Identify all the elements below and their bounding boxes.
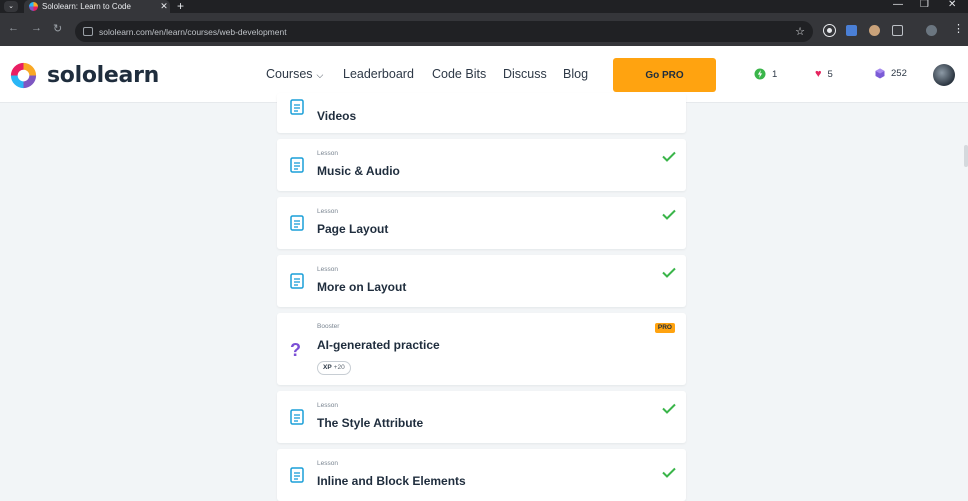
go-pro-button[interactable]: Go PRO: [613, 58, 716, 92]
lesson-title: Videos: [317, 109, 357, 123]
nav-discuss[interactable]: Discuss: [503, 67, 547, 81]
site-info-icon[interactable]: [83, 27, 93, 36]
pro-badge: PRO: [654, 323, 675, 333]
lesson-type: Lesson: [317, 150, 338, 157]
completed-check-icon: [662, 209, 676, 220]
close-window-button[interactable]: ✕: [948, 0, 956, 10]
lesson-title: The Style Attribute: [317, 416, 424, 430]
completed-check-icon: [662, 403, 676, 414]
lesson-type: Lesson: [317, 460, 338, 467]
heart-icon: ♥: [815, 68, 822, 80]
tab-search-button[interactable]: ⌄: [4, 1, 18, 12]
lesson-title: AI-generated practice: [317, 338, 440, 352]
xp-value: +20: [333, 364, 345, 371]
hearts-count: 5: [827, 68, 833, 80]
lesson-type: Lesson: [317, 402, 338, 409]
lesson-title: Inline and Block Elements: [317, 474, 466, 488]
browser-menu-icon[interactable]: ⋮: [953, 22, 964, 35]
forward-button[interactable]: →: [31, 22, 42, 34]
hearts-counter[interactable]: ♥ 5: [815, 68, 833, 80]
ai-practice-question-icon: ?: [290, 340, 301, 360]
tab-close-icon[interactable]: ✕: [158, 1, 170, 12]
tab-title: Sololearn: Learn to Code: [42, 2, 131, 11]
extensions-puzzle-icon[interactable]: [892, 25, 903, 36]
minimize-button[interactable]: —: [893, 0, 903, 10]
lesson-card[interactable]: Lesson More on Layout: [277, 255, 686, 307]
sololearn-favicon-icon: [29, 2, 38, 11]
lesson-document-icon: [290, 467, 304, 483]
lesson-type: Booster: [317, 323, 340, 330]
lesson-document-icon: [290, 409, 304, 425]
xp-label: XP: [323, 364, 332, 371]
completed-check-icon: [662, 151, 676, 162]
completed-check-icon: [662, 267, 676, 278]
extension-icon[interactable]: [824, 25, 835, 36]
browser-toolbar: ← → ↻ sololearn.com/en/learn/courses/web…: [0, 13, 968, 46]
gems-count: 252: [891, 68, 907, 79]
streak-count: 1: [772, 68, 778, 80]
lesson-document-icon: [290, 99, 304, 115]
gems-counter[interactable]: 252: [875, 68, 907, 79]
address-bar[interactable]: sololearn.com/en/learn/courses/web-devel…: [75, 21, 813, 42]
lesson-title: More on Layout: [317, 280, 407, 294]
browser-tab-strip: ⌄ Sololearn: Learn to Code ✕ + — ❐ ✕: [0, 0, 968, 13]
nav-courses[interactable]: Courses ⌵: [266, 67, 323, 81]
xp-reward-chip: XP +20: [317, 361, 351, 375]
streak-bolt-icon: [754, 68, 766, 80]
chevron-down-icon: ⌵: [316, 70, 324, 80]
browser-tab[interactable]: Sololearn: Learn to Code ✕: [24, 0, 170, 13]
lesson-document-icon: [290, 273, 304, 289]
nav-code-bits[interactable]: Code Bits: [432, 67, 486, 81]
nav-leaderboard[interactable]: Leaderboard: [343, 67, 414, 81]
sololearn-logo[interactable]: sololearn: [8, 60, 159, 91]
lesson-card[interactable]: Videos: [277, 93, 686, 133]
booster-card[interactable]: ? Booster AI-generated practice PRO XP +2…: [277, 313, 686, 385]
streak-counter[interactable]: 1: [754, 68, 777, 80]
restore-button[interactable]: ❐: [920, 0, 929, 10]
user-avatar[interactable]: [933, 64, 955, 86]
extension-icon[interactable]: [869, 25, 880, 36]
lesson-title: Page Layout: [317, 222, 389, 236]
lesson-type: Lesson: [317, 266, 338, 273]
lesson-document-icon: [290, 157, 304, 173]
reload-button[interactable]: ↻: [53, 22, 62, 35]
logo-text: sololearn: [47, 63, 159, 88]
lesson-card[interactable]: Lesson Page Layout: [277, 197, 686, 249]
gem-cube-icon: [875, 68, 885, 79]
completed-check-icon: [662, 467, 676, 478]
page-scrollbar[interactable]: [964, 145, 968, 167]
translate-extension-icon[interactable]: [846, 25, 857, 36]
url-text[interactable]: sololearn.com/en/learn/courses/web-devel…: [99, 27, 795, 37]
nav-blog[interactable]: Blog: [563, 67, 588, 81]
lesson-type: Lesson: [317, 208, 338, 215]
lesson-card[interactable]: Lesson Music & Audio: [277, 139, 686, 191]
sololearn-logo-icon: [10, 62, 37, 89]
back-button[interactable]: ←: [8, 22, 19, 34]
lesson-card[interactable]: Lesson The Style Attribute: [277, 391, 686, 443]
new-tab-button[interactable]: +: [177, 0, 184, 13]
lesson-title: Music & Audio: [317, 164, 400, 178]
bookmark-star-icon[interactable]: ☆: [795, 25, 805, 38]
lesson-document-icon: [290, 215, 304, 231]
lesson-card[interactable]: Lesson Inline and Block Elements: [277, 449, 686, 501]
nav-courses-label: Courses: [266, 67, 313, 81]
profile-icon[interactable]: [926, 25, 937, 36]
